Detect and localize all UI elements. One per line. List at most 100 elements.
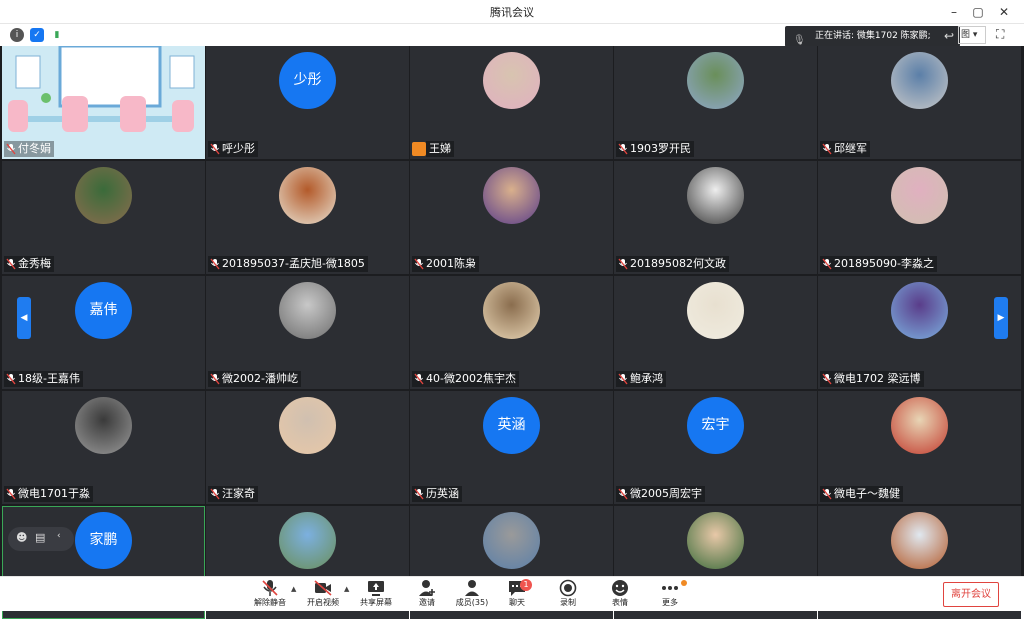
members-icon (465, 580, 479, 596)
participant-tile[interactable]: 1903罗开民 (614, 46, 817, 159)
participant-tile[interactable]: 少彤呼少彤 (206, 46, 409, 159)
window-title: 腾讯会议 (490, 6, 534, 19)
mic-muted-icon (6, 258, 16, 270)
collapse-icon[interactable]: ↩ (944, 26, 954, 47)
signal-icon[interactable]: ▮ (50, 28, 64, 42)
avatar (891, 512, 948, 569)
info-icon[interactable]: i (10, 28, 24, 42)
mic-muted-icon (822, 373, 832, 385)
host-badge-icon (412, 142, 426, 156)
audio-options-caret-icon[interactable]: ▲ (291, 585, 296, 593)
participant-name-tag: 40-微2002焦宇杰 (412, 371, 519, 387)
avatar (279, 397, 336, 454)
avatar (75, 167, 132, 224)
avatar (891, 167, 948, 224)
avatar (483, 512, 540, 569)
participant-tile[interactable]: 汪家奇 (206, 391, 409, 504)
participant-name-tag: 呼少彤 (208, 141, 258, 157)
participant-name-tag: 微电1702 梁远博 (820, 371, 924, 387)
participant-name: 微电子～魏健 (834, 487, 900, 500)
next-page-arrow-icon[interactable]: ▶ (994, 297, 1008, 339)
prev-page-arrow-icon[interactable]: ◀ (17, 297, 31, 339)
participant-name-tag: 历英涵 (412, 486, 462, 502)
view-switch-button[interactable]: 图 ▾ (958, 26, 986, 44)
participant-name-tag: 金秀梅 (4, 256, 54, 272)
participant-name-tag: 201895037-孟庆旭-微1805 (208, 256, 368, 272)
avatar (483, 52, 540, 109)
share-screen-label: 共享屏幕 (360, 598, 392, 607)
start-video-button[interactable]: 开启视频 (300, 579, 346, 611)
camera-off-icon (314, 580, 332, 596)
participant-tile[interactable]: 鲍承鸿 (614, 276, 817, 389)
more-dots-icon (662, 586, 678, 590)
participant-tile[interactable]: 宏宇 微2005周宏宇 (614, 391, 817, 504)
participant-tile[interactable]: 2001陈枭 (410, 161, 613, 274)
leave-meeting-button[interactable]: 离开会议 (943, 582, 999, 607)
floating-reaction-bar[interactable]: ☻ ▤ ‹ (8, 527, 74, 551)
close-icon[interactable]: ✕ (994, 2, 1014, 22)
mic-muted-icon (6, 143, 16, 155)
invite-button[interactable]: 邀请 (404, 579, 450, 611)
participant-name: 201895082何文政 (630, 257, 726, 270)
shield-icon[interactable]: ✓ (30, 28, 44, 42)
participant-tile[interactable]: 201895090-李淼之 (818, 161, 1021, 274)
collapse-arrow-icon[interactable]: ‹ (57, 531, 61, 541)
start-video-label: 开启视频 (307, 598, 339, 607)
participant-name: 历英涵 (426, 487, 459, 500)
participant-tile[interactable]: 付冬娟 (2, 46, 205, 159)
chat-button[interactable]: 聊天 1 (494, 579, 540, 611)
participant-tile[interactable]: 201895082何文政 (614, 161, 817, 274)
participant-name: 微电1702 梁远博 (834, 372, 921, 385)
more-label: 更多 (662, 598, 678, 607)
mic-muted-icon (210, 143, 220, 155)
emoji-icon[interactable]: ☻ (16, 531, 27, 544)
invite-label: 邀请 (419, 598, 435, 607)
participant-tile[interactable]: 王娣 (410, 46, 613, 159)
participant-name: 邱继军 (834, 142, 867, 155)
mic-muted-icon (6, 488, 16, 500)
more-notification-dot (681, 580, 687, 586)
fullscreen-icon[interactable]: ⛶ (996, 27, 1012, 43)
mic-muted-icon (822, 258, 832, 270)
danmaku-icon[interactable]: ▤ (35, 531, 45, 544)
avatar (687, 52, 744, 109)
participant-tile[interactable]: 201895037-孟庆旭-微1805 (206, 161, 409, 274)
avatar (75, 397, 132, 454)
avatar (891, 282, 948, 339)
avatar (891, 52, 948, 109)
participant-tile[interactable]: 微电1702 梁远博 (818, 276, 1021, 389)
participant-tile[interactable]: 微2002-潘帅屹 (206, 276, 409, 389)
mic-muted-icon (822, 143, 832, 155)
bottom-toolbar: 解除静音 ▲ 开启视频 ▲ 共享屏幕 邀请 成员(35) 聊天 1 录制 表情 … (0, 576, 1024, 611)
participant-name-tag: 微电1701于淼 (4, 486, 93, 502)
participant-tile[interactable]: 微电子～魏健 (818, 391, 1021, 504)
chat-label: 聊天 (509, 598, 525, 607)
initials-avatar: 少彤 (279, 52, 336, 109)
reactions-button[interactable]: 表情 (597, 579, 643, 611)
more-button[interactable]: 更多 (647, 579, 693, 611)
unmute-button[interactable]: 解除静音 (247, 579, 293, 611)
maximize-icon[interactable]: ▢ (968, 2, 988, 22)
initials-avatar: 嘉伟 (75, 282, 132, 339)
participant-tile[interactable]: 嘉伟 18级-王嘉伟 (2, 276, 205, 389)
participant-tile[interactable]: 金秀梅 (2, 161, 205, 274)
mic-muted-icon (414, 373, 424, 385)
minimize-icon[interactable]: – (944, 2, 964, 22)
participant-tile[interactable]: 微电1701于淼 (2, 391, 205, 504)
participant-name-tag: 微2005周宏宇 (616, 486, 705, 502)
avatar (279, 512, 336, 569)
video-options-caret-icon[interactable]: ▲ (344, 585, 349, 593)
initials-avatar: 家鹏 (75, 512, 132, 569)
members-button[interactable]: 成员(35) (449, 579, 495, 611)
share-screen-icon (368, 581, 384, 596)
mic-muted-icon (210, 258, 220, 270)
participant-tile[interactable]: 英涵 历英涵 (410, 391, 613, 504)
avatar (279, 282, 336, 339)
avatar (687, 282, 744, 339)
view-label: 图 (961, 30, 971, 40)
share-screen-button[interactable]: 共享屏幕 (353, 579, 399, 611)
participant-tile[interactable]: 40-微2002焦宇杰 (410, 276, 613, 389)
record-button[interactable]: 录制 (545, 579, 591, 611)
record-icon (559, 579, 577, 597)
participant-tile[interactable]: 邱继军 (818, 46, 1021, 159)
